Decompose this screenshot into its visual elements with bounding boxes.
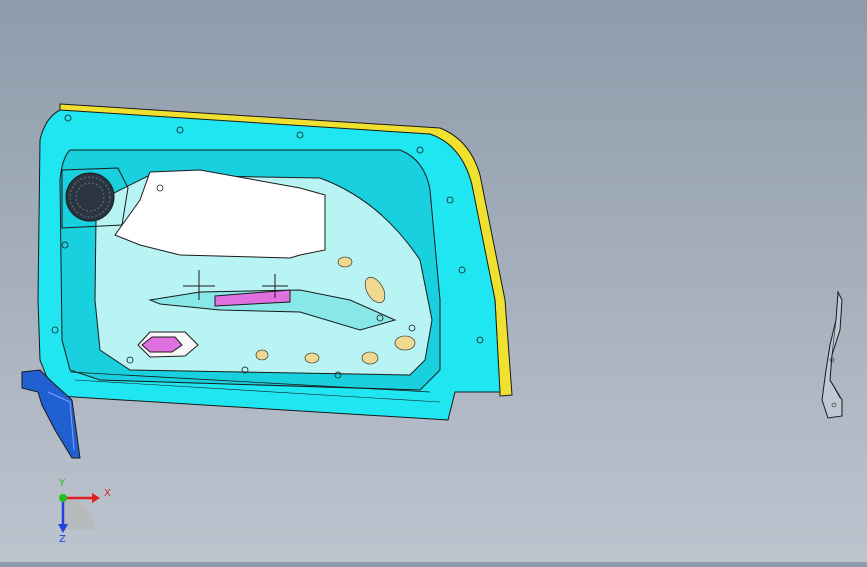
pad bbox=[361, 351, 379, 365]
pad bbox=[394, 335, 416, 351]
y-axis-label: Y bbox=[59, 478, 66, 489]
y-axis-dot bbox=[59, 494, 67, 502]
door-trim-panel[interactable] bbox=[37, 103, 513, 421]
cad-3d-viewport[interactable]: X Y Z bbox=[0, 0, 867, 562]
speaker-grille bbox=[65, 172, 115, 222]
model-canvas[interactable] bbox=[0, 0, 867, 562]
orientation-triad bbox=[58, 493, 100, 533]
pad bbox=[255, 349, 269, 361]
z-axis-label: Z bbox=[59, 534, 66, 545]
side-bracket-part[interactable] bbox=[821, 290, 843, 419]
x-axis-label: X bbox=[104, 488, 111, 499]
pad bbox=[304, 352, 320, 364]
pad bbox=[337, 256, 353, 268]
